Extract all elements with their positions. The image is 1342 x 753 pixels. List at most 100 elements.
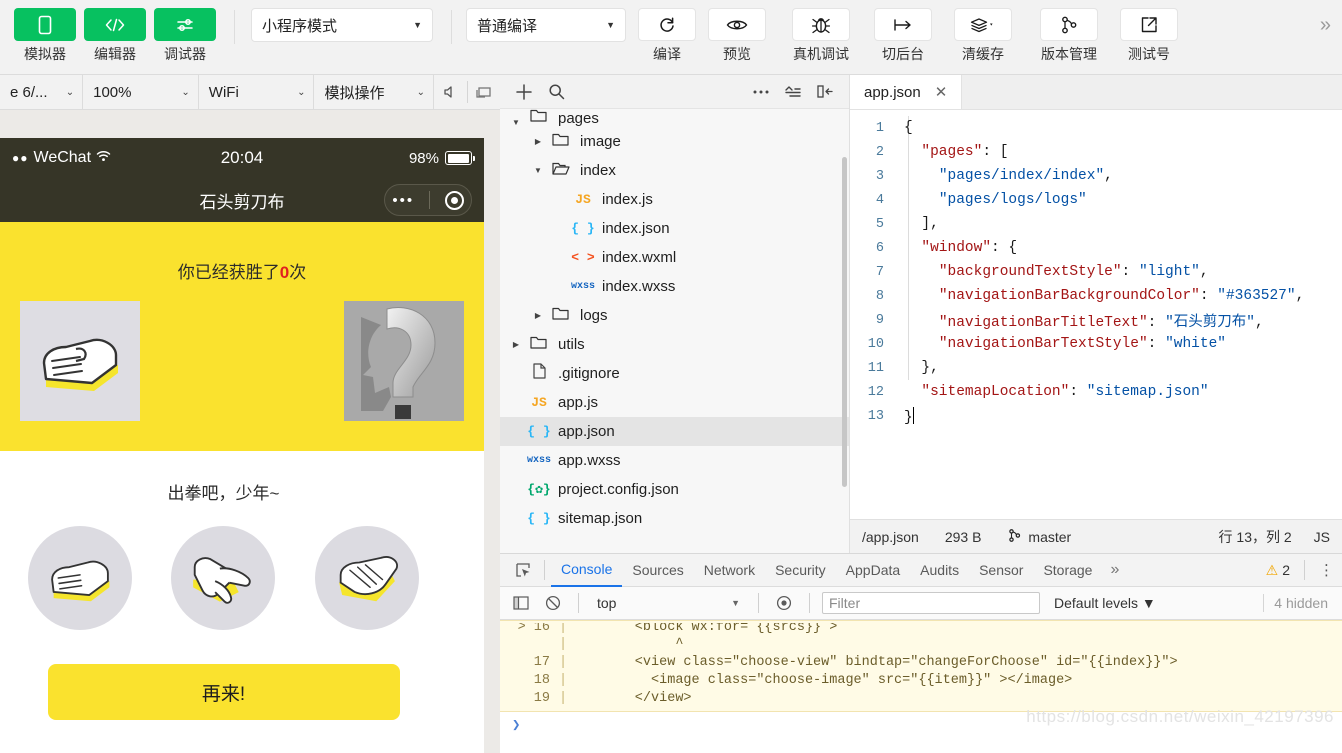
chevron-right-icon[interactable]: ▶ xyxy=(530,311,546,320)
file-tree-label: logs xyxy=(580,307,608,324)
close-miniprogram-icon[interactable] xyxy=(444,190,464,210)
devtools-overflow-icon[interactable]: » xyxy=(1102,561,1125,579)
status-branch[interactable]: master xyxy=(1007,528,1071,546)
live-expression-icon[interactable] xyxy=(771,591,797,615)
choice-scissors-button[interactable] xyxy=(171,526,276,630)
devtools-tab-network[interactable]: Network xyxy=(694,554,765,587)
version-control-button[interactable]: 版本管理 xyxy=(1038,8,1100,64)
chevron-right-icon[interactable]: ▶ xyxy=(530,137,546,146)
toolbar-editor-button[interactable]: 编辑器 xyxy=(84,8,146,64)
console-warning-entry[interactable]: > 16 | <block wx:for= {{srcs}} > | ^ 17 | <v… xyxy=(500,620,1342,712)
preview-button[interactable]: 预览 xyxy=(706,8,768,64)
file-tree-row-index-wxml[interactable]: ▶< >index.wxml xyxy=(500,243,849,272)
device-select[interactable]: e 6/... ⌄ xyxy=(0,74,84,110)
add-icon[interactable] xyxy=(510,78,538,106)
file-tree-scrollbar[interactable] xyxy=(842,157,847,487)
devtools-menu-icon[interactable]: ⋮ xyxy=(1319,563,1334,578)
console-output[interactable]: > 16 | <block wx:for= {{srcs}} > | ^ 17 | <v… xyxy=(500,620,1342,753)
editor-tab-label: app.json xyxy=(864,83,921,101)
file-tree-row-app-wxss[interactable]: ▶wxssapp.wxss xyxy=(500,446,849,475)
file-tree-row-utils[interactable]: ▶ utils xyxy=(500,330,849,359)
more-icon[interactable]: ••• xyxy=(392,192,414,209)
warning-badge[interactable]: ⚠ 2 xyxy=(1266,562,1290,579)
again-button[interactable]: 再来! xyxy=(47,664,400,720)
sliders-icon xyxy=(154,8,216,41)
code-text: "sitemapLocation": "sitemap.json" xyxy=(921,384,1209,400)
editor-tab-app-json[interactable]: app.json ✕ xyxy=(850,75,963,109)
console-warning-line: | ^ xyxy=(500,635,1342,653)
inspect-element-icon[interactable] xyxy=(508,557,538,583)
search-icon[interactable] xyxy=(542,78,570,106)
file-tree-row--gitignore[interactable]: ▶.gitignore xyxy=(500,359,849,388)
warning-line-bar: | xyxy=(558,672,568,688)
file-tree-row-logs[interactable]: ▶ logs xyxy=(500,301,849,330)
toolbar-debugger-button[interactable]: 调试器 xyxy=(154,8,216,64)
zoom-select[interactable]: 100% ⌄ xyxy=(83,74,199,110)
compile-mode-select[interactable]: 普通编译 ▼ xyxy=(466,8,626,42)
devtools-tab-audits[interactable]: Audits xyxy=(910,554,969,587)
switch-background-button[interactable]: 切后台 xyxy=(872,8,934,64)
rotate-screen-icon[interactable] xyxy=(467,75,500,110)
file-tree-row-image[interactable]: ▶ image xyxy=(500,127,849,156)
chevron-right-icon[interactable]: ▶ xyxy=(508,340,524,349)
choice-rock-button[interactable] xyxy=(27,526,132,630)
devtools-tab-sources[interactable]: Sources xyxy=(622,554,693,587)
chevron-double-right-icon[interactable]: » xyxy=(1320,14,1331,37)
real-device-debug-button[interactable]: 真机调试 xyxy=(790,8,852,64)
file-tree-row-project-config-json[interactable]: ▶{✿}project.config.json xyxy=(500,475,849,504)
console-filter-input[interactable] xyxy=(822,592,1040,614)
clear-cache-button[interactable]: 清缓存 xyxy=(952,8,1014,64)
file-tree-row-index[interactable]: ▼ index xyxy=(500,156,849,185)
file-icon xyxy=(524,363,554,384)
file-tree-body[interactable]: ▼ pages ▶ image ▼ index ▶ JS index.js ▶ { } index.j… xyxy=(500,109,849,553)
version-control-label: 版本管理 xyxy=(1041,46,1097,62)
code-text: "navigationBarTitleText": "石头剪刀布", xyxy=(938,314,1264,331)
wechat-capsule-button[interactable]: ••• xyxy=(384,184,472,216)
devtools-tab-console[interactable]: Console xyxy=(551,554,623,587)
wxss-file-icon: wxss xyxy=(570,281,595,292)
console-sidebar-icon[interactable] xyxy=(508,591,534,615)
choice-paper-button[interactable] xyxy=(315,526,420,630)
wechat-devtools-window: 模拟器 编辑器 调试器 小程序模式 ▼ 普通编译 ▼ 编译 预览 真机调试 切后… xyxy=(0,0,1342,753)
close-icon[interactable]: ✕ xyxy=(935,83,948,101)
file-tree-row-app-js[interactable]: ▶JSapp.js xyxy=(500,388,849,417)
chevron-down-icon[interactable]: ▼ xyxy=(508,118,524,127)
git-branch-icon xyxy=(1040,8,1098,41)
phone-status-bar: ●● WeChat 20:04 98% xyxy=(0,138,484,178)
devtools-tab-storage[interactable]: Storage xyxy=(1033,554,1102,587)
devtools-tab-appdata[interactable]: AppData xyxy=(836,554,910,587)
toolbar-editor-label: 编辑器 xyxy=(94,46,136,62)
more-icon[interactable] xyxy=(747,78,775,106)
chevron-down-icon: ▼ xyxy=(413,20,422,30)
clear-console-icon[interactable] xyxy=(540,591,566,615)
file-tree-row-index-wxss[interactable]: ▶wxssindex.wxss xyxy=(500,272,849,301)
console-levels-select[interactable]: Default levels ▼ xyxy=(1046,595,1156,611)
devtools-tab-security[interactable]: Security xyxy=(765,554,836,587)
simulate-action-select[interactable]: 模拟操作 ⌄ xyxy=(314,74,434,110)
code-text: } xyxy=(896,406,915,426)
paper-hand-icon xyxy=(339,556,399,602)
network-select[interactable]: WiFi ⌄ xyxy=(199,74,315,110)
filter-divider-1 xyxy=(578,593,579,613)
code-text: "window": { xyxy=(921,240,1018,256)
folder-icon xyxy=(524,335,554,354)
file-tree-row-index-js[interactable]: ▶JSindex.js xyxy=(500,185,849,214)
toolbar-simulator-button[interactable]: 模拟器 xyxy=(14,8,76,64)
console-context-select[interactable]: top ▼ xyxy=(591,595,746,611)
file-tree-row-app-json[interactable]: ▶{ }app.json xyxy=(500,417,849,446)
chevron-down-icon[interactable]: ▼ xyxy=(530,166,546,175)
file-tree-row-sitemap-json[interactable]: ▶{ }sitemap.json xyxy=(500,504,849,533)
status-language[interactable]: JS xyxy=(1314,529,1330,545)
file-tree-row-pages[interactable]: ▼ pages xyxy=(500,109,849,127)
test-account-button[interactable]: 测试号 xyxy=(1118,8,1180,64)
code-content[interactable]: 1{2 "pages": [3 "pages/index/index", 4 "p… xyxy=(850,110,1342,519)
volume-icon[interactable] xyxy=(434,75,467,110)
mode-select[interactable]: 小程序模式 ▼ xyxy=(251,8,433,42)
devtools-tab-sensor[interactable]: Sensor xyxy=(969,554,1033,587)
folder-icon xyxy=(546,132,576,151)
compile-button[interactable]: 编译 xyxy=(636,8,698,64)
file-tree-row-index-json[interactable]: ▶{ }index.json xyxy=(500,214,849,243)
hide-panel-icon[interactable] xyxy=(811,78,839,106)
collapse-icon[interactable] xyxy=(779,78,807,106)
warning-line-gutter: 17 xyxy=(533,654,550,670)
